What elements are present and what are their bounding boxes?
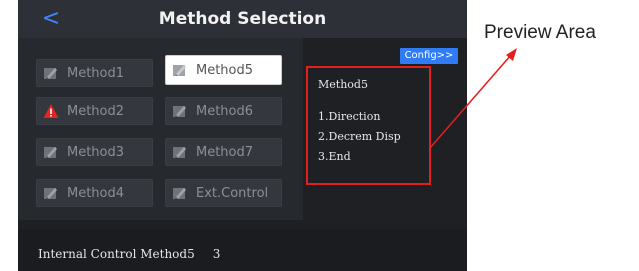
edit-icon <box>172 103 188 119</box>
method-label: Method5 <box>196 62 254 78</box>
method-label: Method3 <box>67 144 125 160</box>
method3-button[interactable]: Method3 <box>36 138 153 166</box>
edit-icon <box>43 144 59 160</box>
method2-button[interactable]: Method2 <box>36 97 153 125</box>
method1-button[interactable]: Method1 <box>36 59 153 87</box>
title-bar: < Method Selection <box>18 0 467 38</box>
chevron-left-icon[interactable]: < <box>40 6 62 32</box>
status-text: Internal Control Method5 <box>38 247 195 261</box>
preview-step: 2.Decrem Disp <box>318 130 401 143</box>
warning-icon <box>43 103 59 119</box>
method7-button[interactable]: Method7 <box>165 138 282 166</box>
page-title: Method Selection <box>158 9 327 29</box>
method-label: Method2 <box>67 103 125 119</box>
edit-icon <box>172 185 188 201</box>
edit-icon <box>43 65 59 81</box>
preview-area: Method5 1.Direction 2.Decrem Disp 3.End <box>306 66 431 185</box>
edit-icon <box>172 62 188 78</box>
method-label: Method7 <box>196 144 254 160</box>
method-label: Method1 <box>67 65 125 81</box>
status-value: 3 <box>212 247 221 261</box>
status-bar: Internal Control Method5 3 <box>18 229 467 271</box>
preview-area-annotation: Preview Area <box>484 22 596 43</box>
preview-step: 3.End <box>318 150 351 163</box>
preview-step: 1.Direction <box>318 110 381 123</box>
method-label: Ext.Control <box>196 185 269 201</box>
preview-title: Method5 <box>318 78 368 91</box>
status-text-row: Internal Control Method5 3 <box>38 247 220 261</box>
method-label: Method4 <box>67 185 125 201</box>
edit-icon <box>43 185 59 201</box>
method4-button[interactable]: Method4 <box>36 179 153 207</box>
method5-button[interactable]: Method5 <box>165 55 282 85</box>
ext-control-button[interactable]: Ext.Control <box>165 179 282 207</box>
device-screen: < Method Selection Method1 Method2 Metho… <box>18 0 467 271</box>
method-list-panel: Method1 Method2 Method3 Method4 Method5 … <box>18 38 303 220</box>
config-button[interactable]: Config>> <box>400 48 458 64</box>
method6-button[interactable]: Method6 <box>165 97 282 125</box>
edit-icon <box>172 144 188 160</box>
method-label: Method6 <box>196 103 254 119</box>
